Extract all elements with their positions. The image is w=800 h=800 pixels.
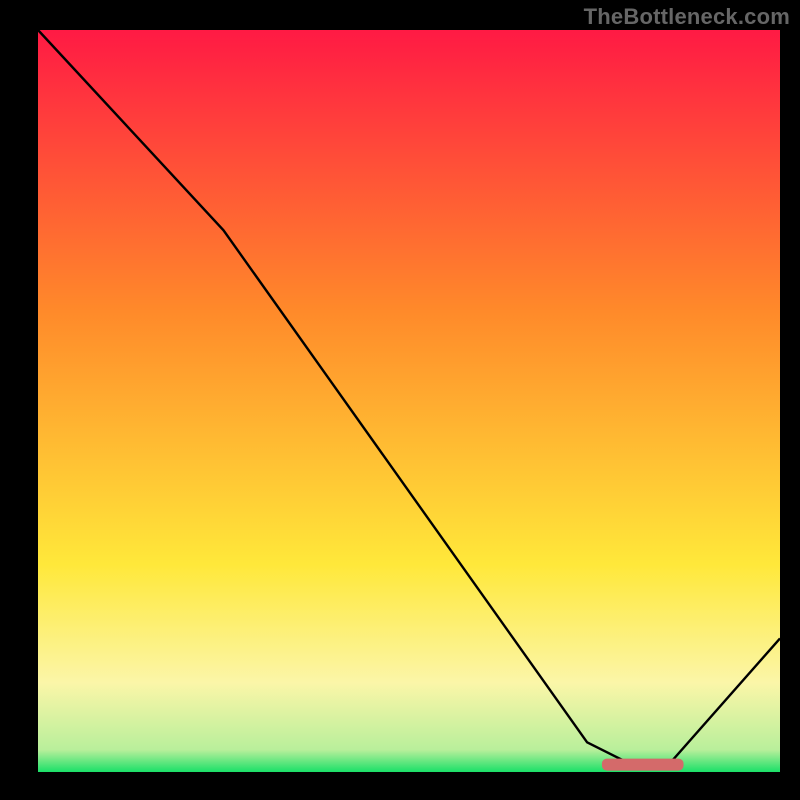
- bottleneck-chart: [0, 0, 800, 800]
- plot-background: [38, 30, 780, 772]
- chart-canvas: TheBottleneck.com: [0, 0, 800, 800]
- watermark-text: TheBottleneck.com: [584, 4, 790, 30]
- optimal-marker: [602, 759, 684, 771]
